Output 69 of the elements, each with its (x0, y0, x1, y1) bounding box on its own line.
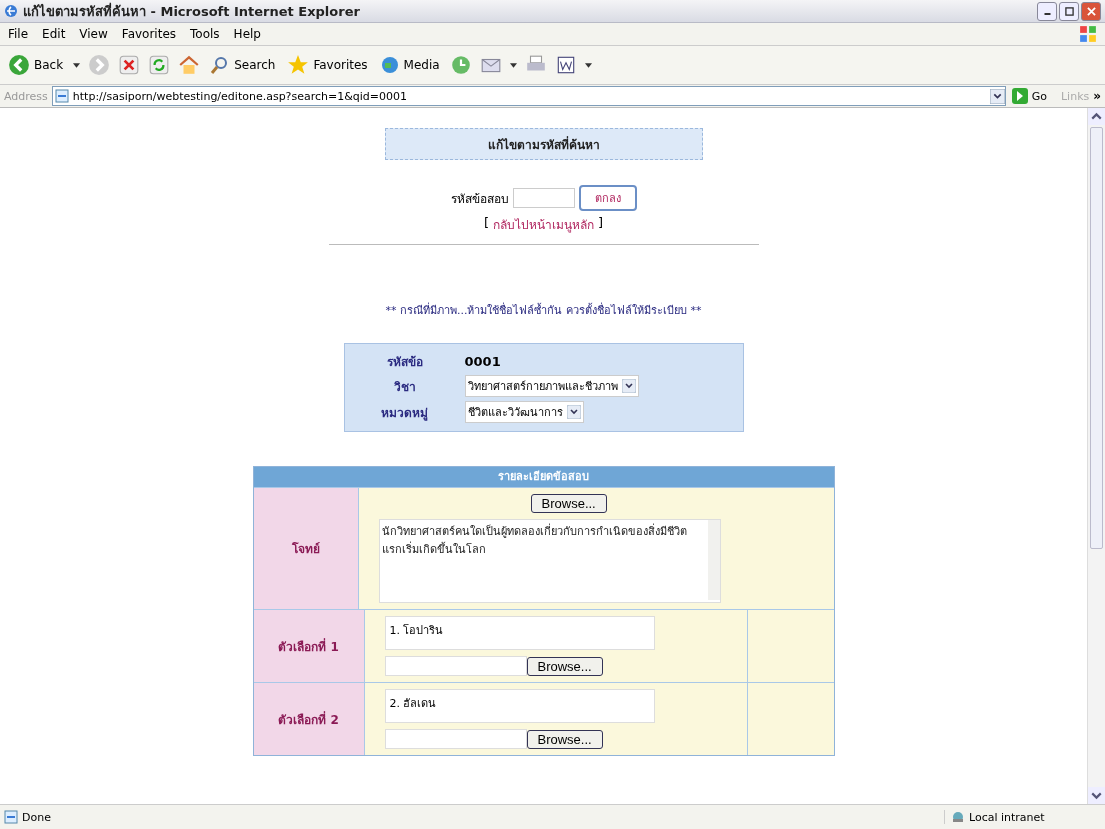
maximize-icon (1064, 6, 1074, 16)
browse-button[interactable]: Browse... (526, 656, 603, 676)
dropdown-field[interactable]: วิทยาศาสตร์กายภาพและชีวภาพ (464, 375, 639, 397)
dropdown-arrow-icon[interactable] (989, 88, 1005, 104)
browse-button[interactable]: Browse... (530, 494, 607, 513)
ok-button[interactable]: ตกลง (578, 185, 637, 211)
choice-textarea[interactable]: 2. ฮัลเดน (384, 689, 655, 723)
page-heading: แก้ไขตามรหัสที่ค้นหา (384, 128, 703, 160)
bracket-text: [ (483, 215, 489, 232)
vertical-scrollbar[interactable] (1087, 108, 1105, 804)
file-path-field[interactable] (384, 729, 527, 749)
dropdown-field[interactable]: ชีวิตและวิวัฒนาการ (464, 401, 584, 423)
home-icon[interactable] (178, 54, 201, 76)
table-header: รายละเอียดข้อสอบ (253, 467, 834, 487)
windows-logo-icon (1079, 25, 1097, 43)
menu-item[interactable]: File (8, 27, 29, 41)
question-label: โจทย์ (291, 541, 320, 558)
back-button[interactable]: Back (6, 52, 66, 78)
field-label: รหัสข้อ (385, 354, 424, 371)
security-zone: Local intranet (944, 810, 1101, 824)
scroll-thumb[interactable] (1090, 127, 1103, 549)
caret-icon[interactable] (509, 62, 517, 68)
minimize-icon (1043, 13, 1051, 15)
status-text: Done (22, 810, 52, 824)
address-label: Address (4, 89, 48, 103)
browser-icon (4, 4, 18, 18)
menu-item[interactable]: Tools (190, 27, 220, 41)
menu-item[interactable]: View (79, 27, 108, 41)
search-button[interactable]: Search (208, 53, 278, 77)
field-label: วิชา (392, 378, 417, 396)
page-icon (4, 810, 18, 824)
choice-label: ตัวเลือกที่ 1 (278, 637, 339, 656)
scroll-up-icon[interactable] (1088, 108, 1105, 125)
window-title: แก้ไขตามรหัสที่ค้นหา - Microsoft Internet Explorer (23, 1, 361, 21)
exam-code-input[interactable] (512, 188, 575, 208)
refresh-icon[interactable] (148, 54, 171, 76)
dropdown-arrow-icon (621, 379, 636, 393)
scroll-down-icon[interactable] (1088, 787, 1105, 804)
choice-textarea[interactable]: 1. โอปาริน (384, 616, 655, 650)
back-to-main-menu-link[interactable]: กลับไปหน้าเมนูหลัก (493, 215, 594, 234)
question-textarea[interactable]: นักวิทยาศาสตร์คนใดเป็นผู้ทดลองเกี่ยวกับการกำเนิดของสิ่งมีชีวิตแรกเริ่มเกิดขึ้นในโลก (378, 519, 721, 603)
star-icon (287, 54, 310, 76)
media-button[interactable]: Media (377, 53, 442, 77)
field-value: 0001 (464, 354, 502, 369)
history-icon[interactable] (449, 54, 472, 76)
favorites-button[interactable]: Favorites (285, 52, 370, 78)
field-label: หมวดหมู่ (380, 404, 429, 422)
exam-code-label: รหัสข้อสอบ (450, 190, 509, 208)
address-field[interactable]: http://sasiporn/webtesting/editone.asp?search=1&qid=0001 (51, 86, 1006, 106)
go-button[interactable]: Go (1009, 88, 1057, 104)
browse-button[interactable]: Browse... (526, 729, 603, 749)
caret-icon[interactable] (73, 62, 81, 68)
maximize-button[interactable] (1059, 1, 1079, 21)
bracket-text: ] (598, 215, 604, 232)
menu-item[interactable]: Edit (42, 27, 66, 41)
stop-icon[interactable] (118, 54, 141, 76)
close-button[interactable] (1081, 1, 1101, 21)
links-chevron[interactable]: » (1093, 89, 1101, 103)
menu-item[interactable]: Favorites (121, 27, 177, 41)
page-icon (54, 89, 69, 103)
note-text: ** กรณีที่มีภาพ...ห้ามใช้ชื่อไฟล์ซ้ำกัน ควรตั้งชื่อไฟล์ให้มีระเบียบ ** (385, 301, 702, 319)
file-path-field[interactable] (384, 656, 527, 676)
globe-icon (379, 55, 400, 75)
menu-item[interactable]: Help (233, 27, 261, 41)
close-icon (1086, 6, 1096, 16)
choice-label: ตัวเลือกที่ 2 (278, 710, 339, 729)
minimize-button[interactable] (1037, 1, 1057, 21)
dropdown-arrow-icon (566, 405, 581, 419)
caret-icon[interactable] (584, 62, 592, 68)
